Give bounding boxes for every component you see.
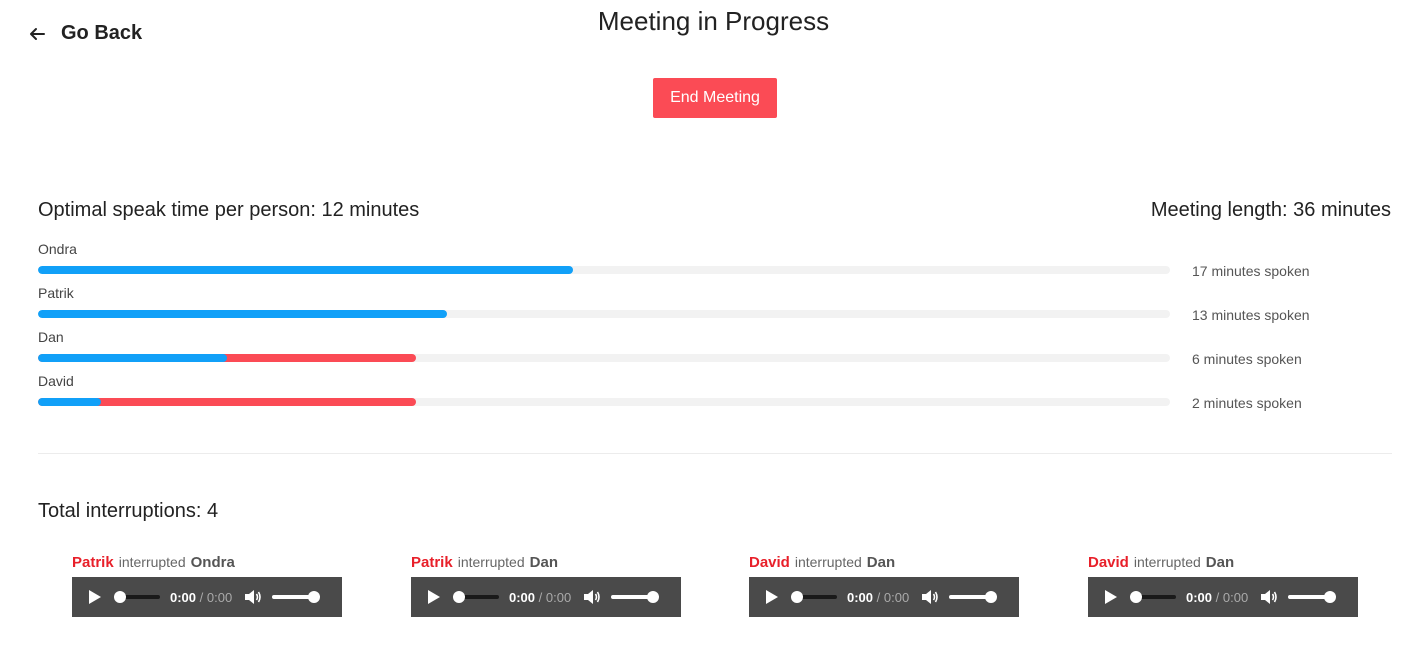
playback-time: 0:00 / 0:00 bbox=[1186, 590, 1248, 605]
optimal-speak-time: Optimal speak time per person: 12 minute… bbox=[38, 199, 420, 221]
speak-time-bar bbox=[38, 354, 228, 362]
interrupted-label: interrupted bbox=[457, 554, 525, 570]
speaker-name: David bbox=[38, 373, 74, 389]
audio-player: 0:00 / 0:00 bbox=[411, 577, 681, 617]
volume-slider[interactable] bbox=[611, 591, 660, 603]
interruption-caption: David interrupted Dan bbox=[749, 554, 1019, 574]
volume-icon[interactable] bbox=[583, 589, 601, 605]
minutes-spoken: 6 minutes spoken bbox=[1192, 351, 1302, 367]
interruption-item: Patrik interrupted Ondra 0:00 / 0:00 bbox=[72, 554, 342, 617]
minutes-spoken: 13 minutes spoken bbox=[1192, 307, 1310, 323]
speaker-name: Ondra bbox=[38, 241, 77, 257]
interrupted-name: Dan bbox=[866, 554, 896, 571]
current-time: 0:00 bbox=[1186, 589, 1213, 605]
interrupter-name: David bbox=[1088, 554, 1129, 571]
duration: 0:00 bbox=[883, 589, 910, 605]
current-time: 0:00 bbox=[509, 589, 536, 605]
interrupted-label: interrupted bbox=[794, 554, 862, 570]
interruption-caption: Patrik interrupted Dan bbox=[411, 554, 681, 574]
volume-knob[interactable] bbox=[647, 591, 660, 603]
play-icon[interactable] bbox=[1104, 589, 1118, 605]
speaker-row: David 2 minutes spoken bbox=[38, 372, 1398, 416]
volume-icon[interactable] bbox=[921, 589, 939, 605]
interrupted-label: interrupted bbox=[118, 554, 186, 570]
minutes-spoken: 17 minutes spoken bbox=[1192, 263, 1310, 279]
interrupted-label: interrupted bbox=[1133, 554, 1201, 570]
duration: 0:00 bbox=[206, 589, 233, 605]
speak-time-track bbox=[38, 310, 1170, 318]
interrupter-name: Patrik bbox=[411, 554, 453, 571]
interruption-caption: David interrupted Dan bbox=[1088, 554, 1358, 574]
seek-knob[interactable] bbox=[1130, 591, 1142, 603]
section-divider bbox=[38, 453, 1392, 454]
time-separator: / bbox=[538, 589, 543, 605]
duration: 0:00 bbox=[1222, 589, 1249, 605]
interruption-caption: Patrik interrupted Ondra bbox=[72, 554, 342, 574]
interruption-item: Patrik interrupted Dan 0:00 / 0:00 bbox=[411, 554, 681, 617]
play-icon[interactable] bbox=[427, 589, 441, 605]
seek-knob[interactable] bbox=[114, 591, 126, 603]
speak-time-bar bbox=[38, 310, 447, 318]
volume-icon[interactable] bbox=[244, 589, 262, 605]
end-meeting-button[interactable]: End Meeting bbox=[653, 78, 777, 118]
audio-player: 0:00 / 0:00 bbox=[72, 577, 342, 617]
volume-slider[interactable] bbox=[1288, 591, 1337, 603]
interrupted-name: Ondra bbox=[190, 554, 235, 571]
seek-slider[interactable] bbox=[791, 591, 837, 603]
interrupter-name: David bbox=[749, 554, 790, 571]
interrupter-name: Patrik bbox=[72, 554, 114, 571]
speaker-name: Patrik bbox=[38, 285, 74, 301]
duration: 0:00 bbox=[545, 589, 572, 605]
seek-knob[interactable] bbox=[791, 591, 803, 603]
seek-slider[interactable] bbox=[1130, 591, 1176, 603]
minutes-spoken: 2 minutes spoken bbox=[1192, 395, 1302, 411]
seek-slider[interactable] bbox=[114, 591, 160, 603]
speaker-row: Dan 6 minutes spoken bbox=[38, 328, 1398, 372]
time-separator: / bbox=[1215, 589, 1220, 605]
speak-time-bar bbox=[38, 398, 102, 406]
speaker-row: Ondra 17 minutes spoken bbox=[38, 240, 1398, 284]
current-time: 0:00 bbox=[170, 589, 197, 605]
volume-slider[interactable] bbox=[949, 591, 998, 603]
speaker-row: Patrik 13 minutes spoken bbox=[38, 284, 1398, 328]
playback-time: 0:00 / 0:00 bbox=[509, 590, 571, 605]
volume-knob[interactable] bbox=[985, 591, 998, 603]
page-title: Meeting in Progress bbox=[597, 6, 830, 36]
audio-player: 0:00 / 0:00 bbox=[1088, 577, 1358, 617]
speaker-list: Ondra 17 minutes spoken Patrik 13 minute… bbox=[38, 240, 1398, 416]
current-time: 0:00 bbox=[847, 589, 874, 605]
play-icon[interactable] bbox=[765, 589, 779, 605]
speak-time-track bbox=[38, 266, 1170, 274]
playback-time: 0:00 / 0:00 bbox=[170, 590, 232, 605]
interruption-item: David interrupted Dan 0:00 / 0:00 bbox=[1088, 554, 1358, 617]
volume-icon[interactable] bbox=[1260, 589, 1278, 605]
speak-time-track bbox=[38, 354, 1170, 362]
play-icon[interactable] bbox=[88, 589, 102, 605]
playback-time: 0:00 / 0:00 bbox=[847, 590, 909, 605]
volume-slider[interactable] bbox=[272, 591, 321, 603]
seek-knob[interactable] bbox=[453, 591, 465, 603]
meeting-length: Meeting length: 36 minutes bbox=[1150, 199, 1391, 221]
speak-time-track bbox=[38, 398, 1170, 406]
interrupted-name: Dan bbox=[1205, 554, 1235, 571]
speak-time-bar bbox=[38, 266, 574, 274]
time-separator: / bbox=[199, 589, 204, 605]
seek-slider[interactable] bbox=[453, 591, 499, 603]
volume-knob[interactable] bbox=[1324, 591, 1337, 603]
time-separator: / bbox=[876, 589, 881, 605]
interruption-item: David interrupted Dan 0:00 / 0:00 bbox=[749, 554, 1019, 617]
total-interruptions: Total interruptions: 4 bbox=[38, 500, 219, 522]
volume-knob[interactable] bbox=[308, 591, 321, 603]
speaker-name: Dan bbox=[38, 329, 64, 345]
interrupted-name: Dan bbox=[529, 554, 558, 571]
audio-player: 0:00 / 0:00 bbox=[749, 577, 1019, 617]
